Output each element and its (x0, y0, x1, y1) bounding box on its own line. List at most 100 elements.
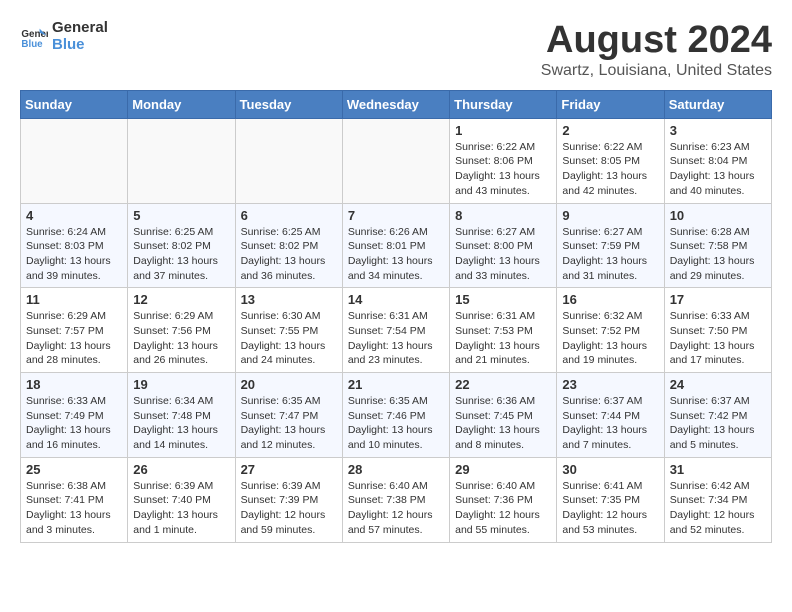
day-info: Sunrise: 6:24 AM Sunset: 8:03 PM Dayligh… (26, 225, 122, 284)
day-number: 24 (670, 377, 766, 392)
day-info: Sunrise: 6:41 AM Sunset: 7:35 PM Dayligh… (562, 479, 658, 538)
calendar-cell: 17 Sunrise: 6:33 AM Sunset: 7:50 PM Dayli… (664, 288, 771, 373)
location-subtitle: Swartz, Louisiana, United States (541, 62, 772, 80)
day-number: 30 (562, 462, 658, 477)
logo-text-general: General (52, 20, 108, 37)
logo-icon: General Blue (20, 23, 48, 51)
day-info: Sunrise: 6:32 AM Sunset: 7:52 PM Dayligh… (562, 309, 658, 368)
calendar-cell (21, 118, 128, 203)
calendar-cell: 23 Sunrise: 6:37 AM Sunset: 7:44 PM Dayli… (557, 373, 664, 458)
day-number: 4 (26, 208, 122, 223)
day-number: 12 (133, 292, 229, 307)
day-info: Sunrise: 6:28 AM Sunset: 7:58 PM Dayligh… (670, 225, 766, 284)
day-header-sunday: Sunday (21, 90, 128, 118)
day-info: Sunrise: 6:39 AM Sunset: 7:39 PM Dayligh… (241, 479, 337, 538)
day-number: 22 (455, 377, 551, 392)
day-info: Sunrise: 6:29 AM Sunset: 7:57 PM Dayligh… (26, 309, 122, 368)
calendar-cell: 29 Sunrise: 6:40 AM Sunset: 7:36 PM Dayli… (450, 457, 557, 542)
day-number: 25 (26, 462, 122, 477)
calendar-cell (342, 118, 449, 203)
day-info: Sunrise: 6:37 AM Sunset: 7:44 PM Dayligh… (562, 394, 658, 453)
day-info: Sunrise: 6:31 AM Sunset: 7:54 PM Dayligh… (348, 309, 444, 368)
calendar-cell (128, 118, 235, 203)
day-info: Sunrise: 6:37 AM Sunset: 7:42 PM Dayligh… (670, 394, 766, 453)
day-info: Sunrise: 6:26 AM Sunset: 8:01 PM Dayligh… (348, 225, 444, 284)
day-number: 1 (455, 123, 551, 138)
logo: General Blue General Blue (20, 20, 108, 53)
day-info: Sunrise: 6:38 AM Sunset: 7:41 PM Dayligh… (26, 479, 122, 538)
calendar-cell: 2 Sunrise: 6:22 AM Sunset: 8:05 PM Daylig… (557, 118, 664, 203)
calendar-cell: 25 Sunrise: 6:38 AM Sunset: 7:41 PM Dayli… (21, 457, 128, 542)
calendar-cell: 31 Sunrise: 6:42 AM Sunset: 7:34 PM Dayli… (664, 457, 771, 542)
day-number: 9 (562, 208, 658, 223)
calendar-cell: 7 Sunrise: 6:26 AM Sunset: 8:01 PM Daylig… (342, 203, 449, 288)
calendar-cell: 20Sunrise: 6:35 AM Sunset: 7:47 PM Dayli… (235, 373, 342, 458)
day-info: Sunrise: 6:42 AM Sunset: 7:34 PM Dayligh… (670, 479, 766, 538)
calendar-cell: 10 Sunrise: 6:28 AM Sunset: 7:58 PM Dayli… (664, 203, 771, 288)
day-info: Sunrise: 6:34 AM Sunset: 7:48 PM Dayligh… (133, 394, 229, 453)
day-header-wednesday: Wednesday (342, 90, 449, 118)
day-number: 10 (670, 208, 766, 223)
day-number: 3 (670, 123, 766, 138)
day-number: 17 (670, 292, 766, 307)
calendar-cell: 16 Sunrise: 6:32 AM Sunset: 7:52 PM Dayli… (557, 288, 664, 373)
day-number: 18 (26, 377, 122, 392)
calendar-cell: 28Sunrise: 6:40 AM Sunset: 7:38 PM Dayli… (342, 457, 449, 542)
calendar-cell: 27 Sunrise: 6:39 AM Sunset: 7:39 PM Dayli… (235, 457, 342, 542)
day-number: 27 (241, 462, 337, 477)
day-number: 16 (562, 292, 658, 307)
logo-text-blue: Blue (52, 37, 108, 54)
day-info: Sunrise: 6:36 AM Sunset: 7:45 PM Dayligh… (455, 394, 551, 453)
title-block: August 2024 Swartz, Louisiana, United St… (541, 20, 772, 80)
calendar-cell: 15Sunrise: 6:31 AM Sunset: 7:53 PM Dayli… (450, 288, 557, 373)
calendar-cell: 1 Sunrise: 6:22 AM Sunset: 8:06 PM Daylig… (450, 118, 557, 203)
day-info: Sunrise: 6:25 AM Sunset: 8:02 PM Dayligh… (241, 225, 337, 284)
day-number: 29 (455, 462, 551, 477)
day-number: 7 (348, 208, 444, 223)
day-header-friday: Friday (557, 90, 664, 118)
day-info: Sunrise: 6:22 AM Sunset: 8:05 PM Dayligh… (562, 140, 658, 199)
day-info: Sunrise: 6:35 AM Sunset: 7:46 PM Dayligh… (348, 394, 444, 453)
day-number: 2 (562, 123, 658, 138)
calendar-cell: 12 Sunrise: 6:29 AM Sunset: 7:56 PM Dayli… (128, 288, 235, 373)
day-info: Sunrise: 6:25 AM Sunset: 8:02 PM Dayligh… (133, 225, 229, 284)
calendar-cell: 30 Sunrise: 6:41 AM Sunset: 7:35 PM Dayli… (557, 457, 664, 542)
day-number: 26 (133, 462, 229, 477)
day-number: 21 (348, 377, 444, 392)
day-info: Sunrise: 6:22 AM Sunset: 8:06 PM Dayligh… (455, 140, 551, 199)
day-header-monday: Monday (128, 90, 235, 118)
day-number: 15 (455, 292, 551, 307)
calendar-cell: 4 Sunrise: 6:24 AM Sunset: 8:03 PM Daylig… (21, 203, 128, 288)
day-info: Sunrise: 6:30 AM Sunset: 7:55 PM Dayligh… (241, 309, 337, 368)
calendar-cell: 18Sunrise: 6:33 AM Sunset: 7:49 PM Dayli… (21, 373, 128, 458)
month-title: August 2024 (541, 20, 772, 62)
day-number: 11 (26, 292, 122, 307)
day-number: 14 (348, 292, 444, 307)
day-info: Sunrise: 6:40 AM Sunset: 7:36 PM Dayligh… (455, 479, 551, 538)
day-number: 31 (670, 462, 766, 477)
calendar-cell: 26Sunrise: 6:39 AM Sunset: 7:40 PM Dayli… (128, 457, 235, 542)
day-info: Sunrise: 6:23 AM Sunset: 8:04 PM Dayligh… (670, 140, 766, 199)
page-header: General Blue General Blue August 2024 Sw… (20, 20, 772, 80)
calendar-cell: 5 Sunrise: 6:25 AM Sunset: 8:02 PM Daylig… (128, 203, 235, 288)
calendar-cell: 6 Sunrise: 6:25 AM Sunset: 8:02 PM Daylig… (235, 203, 342, 288)
day-number: 6 (241, 208, 337, 223)
calendar-table: SundayMondayTuesdayWednesdayThursdayFrid… (20, 90, 772, 543)
day-number: 23 (562, 377, 658, 392)
calendar-cell: 19 Sunrise: 6:34 AM Sunset: 7:48 PM Dayli… (128, 373, 235, 458)
day-number: 20 (241, 377, 337, 392)
day-number: 19 (133, 377, 229, 392)
day-number: 5 (133, 208, 229, 223)
day-info: Sunrise: 6:29 AM Sunset: 7:56 PM Dayligh… (133, 309, 229, 368)
day-header-thursday: Thursday (450, 90, 557, 118)
day-info: Sunrise: 6:33 AM Sunset: 7:50 PM Dayligh… (670, 309, 766, 368)
calendar-cell: 22 Sunrise: 6:36 AM Sunset: 7:45 PM Dayli… (450, 373, 557, 458)
calendar-cell: 11 Sunrise: 6:29 AM Sunset: 7:57 PM Dayli… (21, 288, 128, 373)
day-number: 28 (348, 462, 444, 477)
day-info: Sunrise: 6:27 AM Sunset: 7:59 PM Dayligh… (562, 225, 658, 284)
day-info: Sunrise: 6:27 AM Sunset: 8:00 PM Dayligh… (455, 225, 551, 284)
calendar-cell: 9 Sunrise: 6:27 AM Sunset: 7:59 PM Daylig… (557, 203, 664, 288)
calendar-cell (235, 118, 342, 203)
day-number: 13 (241, 292, 337, 307)
day-header-saturday: Saturday (664, 90, 771, 118)
